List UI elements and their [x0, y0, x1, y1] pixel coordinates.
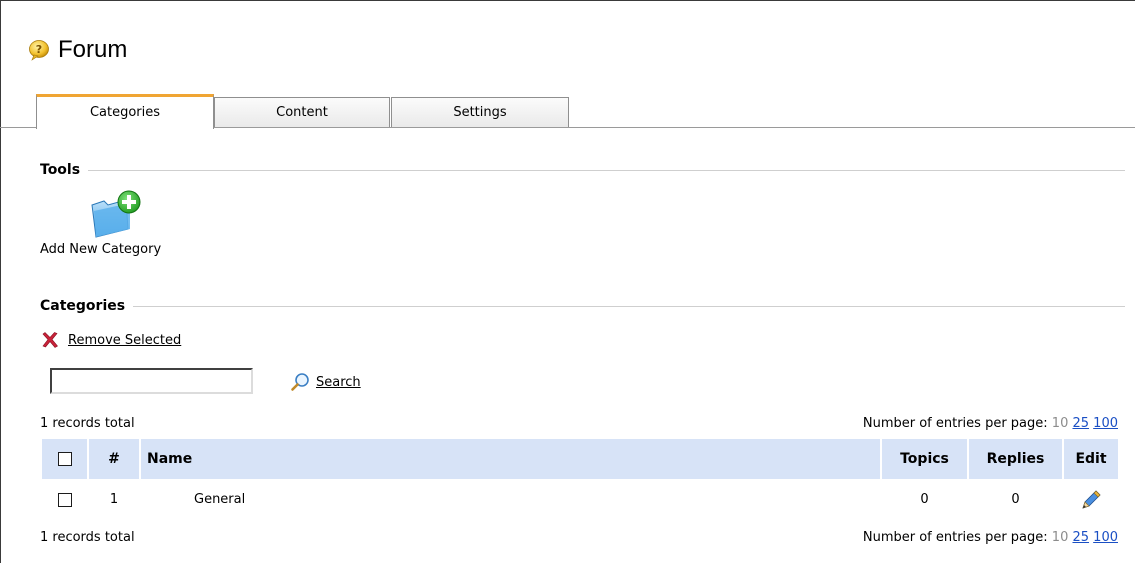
tools-section-header: Tools [40, 162, 1125, 178]
column-header-number: # [88, 439, 141, 479]
row-replies: 0 [1011, 492, 1020, 507]
tab-categories[interactable]: Categories [36, 94, 214, 129]
folder-add-icon [91, 190, 141, 238]
search-button[interactable]: Search [290, 372, 361, 392]
red-x-icon [42, 332, 58, 348]
magnifier-icon [291, 373, 309, 391]
table-header-row: # Name Topics Replies Edit [42, 439, 1118, 479]
row-name: General [194, 492, 246, 507]
select-all-cell [42, 439, 89, 479]
pager-option-100[interactable]: 100 [1093, 416, 1118, 431]
section-divider [133, 305, 1125, 307]
row-select-cell [42, 479, 88, 520]
pager-label: Number of entries per page: [862, 530, 1048, 545]
pager-current-10: 10 [1051, 416, 1069, 431]
section-divider [88, 169, 1125, 171]
column-header-replies[interactable]: Replies [968, 439, 1064, 479]
row-topics: 0 [920, 492, 929, 507]
add-new-category-label: Add New Category [40, 242, 162, 257]
column-header-edit: Edit [1063, 439, 1118, 479]
page-title: Forum [58, 36, 128, 63]
pager-option-25[interactable]: 25 [1072, 530, 1089, 545]
pager-label: Number of entries per page: [862, 416, 1048, 431]
pager-bottom: Number of entries per page: 10 25 100 [863, 530, 1118, 545]
pager-option-25[interactable]: 25 [1072, 416, 1089, 431]
row-number: 1 [109, 492, 119, 507]
remove-selected-button[interactable]: Remove Selected [40, 330, 181, 350]
remove-selected-link[interactable]: Remove Selected [68, 333, 181, 348]
search-input[interactable] [50, 368, 253, 394]
tab-settings[interactable]: Settings [391, 97, 569, 128]
pager-top: Number of entries per page: 10 25 100 [863, 416, 1118, 431]
pager-current-10: 10 [1051, 530, 1069, 545]
tab-content[interactable]: Content [214, 97, 390, 128]
row-checkbox[interactable] [58, 492, 72, 507]
categories-table: # Name Topics Replies Edit 1 General 0 0 [42, 439, 1118, 520]
search-link[interactable]: Search [316, 375, 361, 390]
row-edit-cell [1063, 479, 1118, 520]
records-total-top: 1 records total [40, 416, 135, 431]
page-header: ? Forum [28, 36, 127, 64]
forum-question-bubble-icon: ? [29, 40, 49, 61]
pencil-icon[interactable] [1079, 488, 1103, 512]
pager-option-100[interactable]: 100 [1093, 530, 1118, 545]
svg-text:?: ? [36, 43, 42, 56]
categories-heading: Categories [40, 298, 126, 314]
column-header-name[interactable]: Name [140, 439, 882, 479]
table-row: 1 General 0 0 [42, 479, 1118, 520]
select-all-checkbox[interactable] [57, 452, 72, 466]
records-total-bottom: 1 records total [40, 530, 135, 545]
categories-section-header: Categories [40, 298, 1125, 314]
column-header-topics[interactable]: Topics [881, 439, 969, 479]
tools-heading: Tools [40, 162, 81, 178]
